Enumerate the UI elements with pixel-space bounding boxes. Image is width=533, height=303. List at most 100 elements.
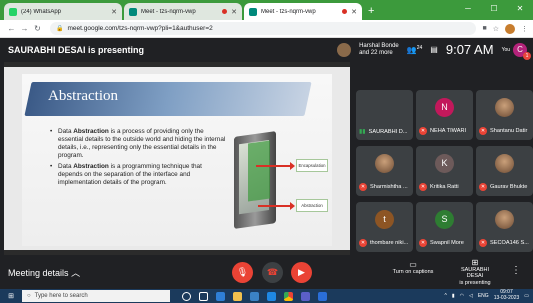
menu-dots-icon[interactable]: ⋮ [521,25,528,33]
file-explorer-icon[interactable] [233,291,242,301]
camera-toggle-button[interactable]: ▶ [291,262,312,283]
close-icon[interactable]: ✕ [231,8,237,16]
windows-start-icon[interactable]: ⊞ [4,292,18,300]
meeting-details-label: Meeting details [8,268,69,278]
participant-tile[interactable]: ▮▮ SAURABHI D... [356,90,413,140]
self-avatar: C1 [513,42,531,60]
chrome-icon[interactable] [284,291,293,301]
host-names[interactable]: Harshal Bonde and 22 more [359,43,399,57]
whatsapp-icon [9,7,17,16]
circuit-board-illustration [248,140,270,202]
mic-toggle-button[interactable]: 🎙 [232,262,253,283]
participant-tile[interactable]: ✕ Shantanu Datir [476,90,533,140]
bullet-item: Data Abstraction is a process of providi… [50,128,226,160]
task-view-icon[interactable] [199,291,208,301]
close-window-icon[interactable]: ✕ [507,0,533,20]
participant-grid: ▮▮ SAURABHI D... N ✕ NEHA TIWARI ✕ Shantanu Da… [356,90,533,256]
participant-avatar [375,154,394,173]
cortana-icon[interactable] [182,291,191,301]
meeting-details-button[interactable]: Meeting details ︿ [8,266,80,279]
mic-muted-icon: ✕ [359,183,367,191]
encapsulation-label: Encapsulation [296,159,328,172]
profile-avatar[interactable] [505,23,515,34]
camera-off-icon: ▶ [298,267,305,277]
mail-icon[interactable] [267,291,276,301]
participant-name-row: ✕ Sharmishtha ... [359,183,411,191]
people-button[interactable]: 👥24 [407,45,423,55]
chat-icon[interactable]: ▤ [430,45,438,54]
tab-label: Meet - tzs-nqrm-vwp [261,8,316,15]
presentation-button[interactable]: ⊞ SAURABHI DESAI is presenting [452,259,498,286]
participant-name: SECOA146 S... [490,240,529,246]
tab-label: Meet - tzs-nqrm-vwp [141,8,196,15]
forward-icon[interactable]: → [18,24,31,33]
participant-avatar: t [375,210,394,229]
meeting-clock: 9:07 AM [445,42,494,57]
edge-icon[interactable] [216,291,225,301]
bullet-text: Data [58,128,74,135]
abstraction-arrow [258,202,295,210]
participant-tile[interactable]: ✕ Sharmishtha ... [356,146,413,196]
participant-name-row: ✕ SECOA146 S... [479,239,531,247]
participant-name: Gaurav Bhukte [490,184,528,190]
participant-name-row: ▮▮ SAURABHI D... [359,128,411,136]
clock[interactable]: 09:07 13-03-2023 [493,289,520,301]
notification-badge: 1 [523,51,531,60]
participant-tile[interactable]: K ✕ Kritika Ratti [416,146,473,196]
back-icon[interactable]: ← [5,24,18,33]
self-initial: C [517,44,523,54]
taskbar-search-input[interactable]: ○ Type here to search [22,290,170,302]
participant-tile[interactable]: t ✕ thombare niki... [356,202,413,252]
battery-icon[interactable]: ▮ [452,293,455,299]
tab-meet-2[interactable]: Meet - tzs-nqrm-vwp ✕ [244,3,362,20]
participant-name-row: ✕ Kritika Ratti [419,183,471,191]
close-icon[interactable]: ✕ [111,8,117,16]
speaking-icon: ▮▮ [359,129,366,135]
presentation-toolbar [4,62,350,67]
slide-title: Abstraction [48,88,118,104]
people-count: 24 [416,44,423,51]
tab-whatsapp[interactable]: (24) WhatsApp ✕ [4,3,122,20]
meet-icon [249,7,257,16]
participant-avatar [495,154,514,173]
leave-call-button[interactable]: ☎ [262,262,283,283]
participant-avatar [495,210,514,229]
participant-name-row: ✕ thombare niki... [359,239,411,247]
people-icon: 👥 [406,45,417,55]
more-options-icon[interactable]: ⋮ [511,265,521,276]
mic-off-icon: 🎙 [236,267,249,277]
new-tab-button[interactable]: + [368,3,374,20]
captions-button[interactable]: ▭ Turn on captions [390,260,436,275]
maximize-icon[interactable]: ☐ [481,0,507,20]
url-input[interactable]: 🔒 meet.google.com/tzs-nqrm-vwp?pli=1&aut… [50,22,477,35]
bullet-text: Data [58,163,74,170]
camera-indicator-icon[interactable]: ■ [482,25,486,32]
meet-icon [129,7,137,16]
recording-dot-icon [222,9,228,14]
presentation-area: Abstraction Data Abstraction is a proces… [4,62,350,255]
language-indicator[interactable]: ENG [478,293,489,299]
participant-name-row: ✕ NEHA TIWARI [419,127,471,135]
browser-actions: ■ ☆ ⋮ [482,23,528,34]
participant-name-row: ✕ Swapnil More [419,239,471,247]
reload-icon[interactable]: ↻ [31,24,44,33]
wifi-icon[interactable]: ◠ [460,293,464,299]
volume-icon[interactable]: ◁ [469,293,473,299]
tray-chevron-icon[interactable]: ^ [444,293,446,299]
teams-icon[interactable] [301,291,310,301]
clock-date: 13-03-2023 [493,294,520,301]
tab-meet-1[interactable]: Meet - tzs-nqrm-vwp ✕ [124,3,242,20]
participant-tile[interactable]: S ✕ Swapnil More [416,202,473,252]
participant-tile[interactable]: ✕ Gaurav Bhukte [476,146,533,196]
participant-tile[interactable]: N ✕ NEHA TIWARI [416,90,473,140]
minimize-icon[interactable]: ─ [455,0,481,20]
participant-avatar: N [435,98,454,117]
store-icon[interactable] [250,291,259,301]
app-icon[interactable] [318,291,327,301]
participant-tile[interactable]: ✕ SECOA146 S... [476,202,533,252]
star-icon[interactable]: ☆ [493,25,499,33]
bullet-item: Data Abstraction is a programming techni… [50,163,226,187]
notification-icon[interactable]: ▭ [524,293,529,299]
close-icon[interactable]: ✕ [351,8,357,16]
self-view[interactable]: You C1 [502,42,531,60]
